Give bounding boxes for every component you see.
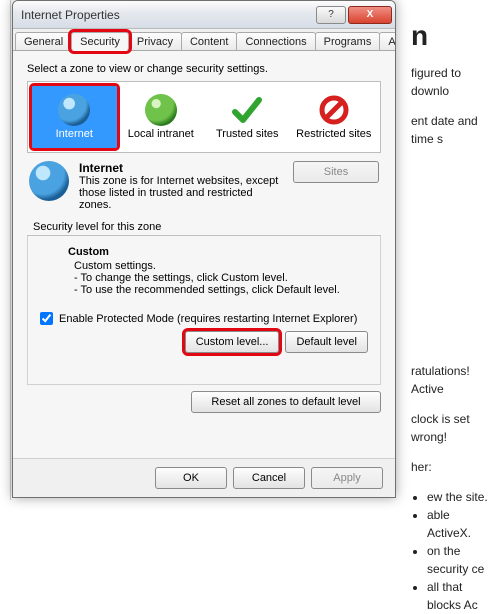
no-entry-icon (318, 94, 350, 126)
zone-description: Internet This zone is for Internet websi… (29, 161, 379, 211)
tab-programs[interactable]: Programs (315, 32, 381, 50)
custom-level-button[interactable]: Custom level... (185, 331, 280, 353)
close-icon: X (367, 9, 374, 20)
background-list-item: able ActiveX. (427, 506, 490, 542)
zone-internet[interactable]: Internet (32, 86, 117, 148)
zone-detail-description: This zone is for Internet websites, exce… (79, 175, 279, 211)
help-button[interactable]: ? (316, 6, 346, 24)
zone-instruction: Select a zone to view or change security… (27, 63, 381, 75)
tab-connections[interactable]: Connections (236, 32, 315, 50)
tab-advanced[interactable]: Advanced (379, 32, 396, 50)
zone-restricted-sites[interactable]: Restricted sites (292, 86, 377, 148)
cancel-button[interactable]: Cancel (233, 467, 305, 489)
protected-mode-label[interactable]: Enable Protected Mode (requires restarti… (59, 313, 357, 325)
reset-all-zones-button[interactable]: Reset all zones to default level (191, 391, 381, 413)
check-icon (231, 94, 263, 126)
background-list-item: ew the site. (427, 488, 490, 506)
background-text: figured to downlo (411, 64, 490, 100)
custom-line: - To use the recommended settings, click… (74, 284, 368, 296)
dialog-title: Internet Properties (21, 8, 315, 22)
globe-icon (29, 161, 69, 201)
background-text: her: (411, 458, 490, 476)
custom-line: - To change the settings, click Custom l… (74, 272, 368, 284)
ok-button[interactable]: OK (155, 467, 227, 489)
apply-button: Apply (311, 467, 383, 489)
tab-privacy[interactable]: Privacy (128, 32, 182, 50)
zone-label: Trusted sites (216, 128, 279, 140)
tab-content[interactable]: Content (181, 32, 238, 50)
security-level-label: Security level for this zone (33, 221, 381, 233)
zone-local-intranet[interactable]: Local intranet (119, 86, 204, 148)
zone-selector: Internet Local intranet Trusted sites Re… (27, 81, 381, 153)
custom-title: Custom (68, 246, 109, 258)
internet-properties-dialog: Internet Properties ? X General Security… (12, 0, 396, 498)
dialog-button-row: OK Cancel Apply (13, 458, 395, 497)
tab-body: Select a zone to view or change security… (13, 51, 395, 458)
tab-general[interactable]: General (15, 32, 72, 50)
background-heading: n (411, 20, 490, 52)
zone-label: Internet (56, 128, 93, 140)
globe-icon (58, 94, 90, 126)
globe2-icon (145, 94, 177, 126)
zone-label: Local intranet (128, 128, 194, 140)
custom-subtitle: Custom settings. (74, 260, 368, 272)
tab-strip: General Security Privacy Content Connect… (13, 29, 395, 51)
titlebar[interactable]: Internet Properties ? X (13, 1, 395, 29)
background-text: ent date and time s (411, 112, 490, 148)
background-list-item: all that blocks Ac (427, 578, 490, 614)
background-list: ew the site. able ActiveX. on the securi… (411, 488, 490, 614)
help-icon: ? (328, 9, 334, 20)
security-level-box: Custom Custom settings. - To change the … (27, 235, 381, 385)
background-text: ratulations! Active (411, 362, 490, 398)
close-button[interactable]: X (348, 6, 392, 24)
background-text: clock is set wrong! (411, 410, 490, 446)
background-list-item: on the security ce (427, 542, 490, 578)
sites-button: Sites (293, 161, 379, 183)
tab-security[interactable]: Security (71, 32, 129, 51)
zone-detail-name: Internet (79, 161, 123, 175)
default-level-button[interactable]: Default level (285, 331, 368, 353)
zone-label: Restricted sites (296, 128, 371, 140)
protected-mode-checkbox[interactable] (40, 312, 53, 325)
zone-trusted-sites[interactable]: Trusted sites (205, 86, 290, 148)
